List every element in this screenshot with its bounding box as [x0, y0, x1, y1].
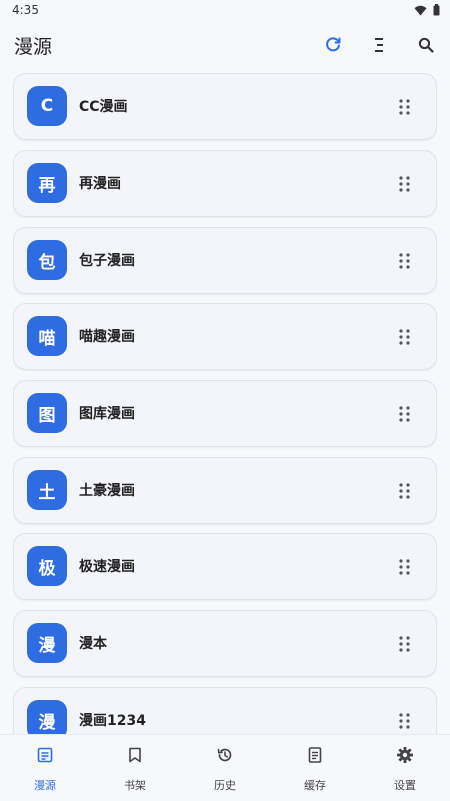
- source-avatar: 图: [27, 393, 67, 433]
- source-name: CC漫画: [79, 99, 128, 115]
- source-avatar: 漫: [27, 700, 67, 734]
- nav-label: 历史: [214, 779, 236, 792]
- source-card[interactable]: 包 包子漫画: [13, 227, 437, 294]
- source-avatar: 包: [27, 240, 67, 280]
- app-bar: 漫源: [0, 26, 450, 64]
- source-name: 漫本: [79, 636, 107, 652]
- cache-icon: [305, 745, 325, 765]
- wifi-icon: [414, 5, 427, 15]
- sources-icon: [35, 745, 55, 765]
- drag-handle-icon[interactable]: [398, 329, 412, 345]
- nav-item-settings[interactable]: 设置: [360, 735, 450, 801]
- nav-label: 设置: [394, 779, 416, 792]
- drag-handle-icon[interactable]: [398, 636, 412, 652]
- source-card[interactable]: 漫 漫画1234: [13, 687, 437, 734]
- source-card[interactable]: 再 再漫画: [13, 150, 437, 217]
- source-avatar: 再: [27, 163, 67, 203]
- source-card[interactable]: C CC漫画: [13, 73, 437, 140]
- source-card[interactable]: 漫 漫本: [13, 610, 437, 677]
- status-icons: [414, 4, 440, 16]
- source-avatar: 土: [27, 470, 67, 510]
- drag-handle-icon[interactable]: [398, 713, 412, 729]
- source-card[interactable]: 喵 喵趣漫画: [13, 303, 437, 370]
- drag-handle-icon[interactable]: [398, 406, 412, 422]
- bookmark-icon: [125, 745, 145, 765]
- drag-handle-icon[interactable]: [398, 176, 412, 192]
- nav-label: 漫源: [34, 779, 56, 792]
- nav-item-history[interactable]: 历史: [180, 735, 270, 801]
- history-icon: [215, 745, 235, 765]
- sort-icon: [375, 38, 383, 52]
- bottom-nav: 漫源 书架 历史 缓存 设置: [0, 734, 450, 801]
- source-name: 漫画1234: [79, 713, 146, 729]
- refresh-icon: [326, 37, 341, 52]
- nav-label: 缓存: [304, 779, 326, 792]
- search-icon: [418, 37, 434, 53]
- search-button[interactable]: [413, 32, 439, 58]
- nav-item-bookshelf[interactable]: 书架: [90, 735, 180, 801]
- source-name: 土豪漫画: [79, 483, 135, 499]
- settings-icon: [395, 745, 415, 765]
- source-card[interactable]: 土 土豪漫画: [13, 457, 437, 524]
- source-card[interactable]: 图 图库漫画: [13, 380, 437, 447]
- source-name: 包子漫画: [79, 253, 135, 269]
- nav-label: 书架: [124, 779, 146, 792]
- source-avatar: 极: [27, 546, 67, 586]
- source-avatar: C: [27, 86, 67, 126]
- source-avatar: 漫: [27, 623, 67, 663]
- drag-handle-icon[interactable]: [398, 559, 412, 575]
- drag-handle-icon[interactable]: [398, 99, 412, 115]
- refresh-button[interactable]: [320, 32, 346, 58]
- source-avatar: 喵: [27, 316, 67, 356]
- battery-icon: [433, 4, 440, 16]
- drag-handle-icon[interactable]: [398, 253, 412, 269]
- nav-item-sources[interactable]: 漫源: [0, 735, 90, 801]
- source-name: 图库漫画: [79, 406, 135, 422]
- drag-handle-icon[interactable]: [398, 483, 412, 499]
- source-card[interactable]: 极 极速漫画: [13, 533, 437, 600]
- source-name: 喵趣漫画: [79, 329, 135, 345]
- status-time: 4:35: [12, 3, 39, 17]
- source-list[interactable]: C CC漫画 再 再漫画 包 包子漫画 喵 喵趣漫画 图 图库漫画 土 土豪漫画…: [13, 73, 437, 734]
- page-title: 漫源: [14, 36, 53, 58]
- sort-button[interactable]: [366, 32, 392, 58]
- source-name: 极速漫画: [79, 559, 135, 575]
- status-bar: 4:35: [0, 0, 450, 22]
- source-name: 再漫画: [79, 176, 121, 192]
- nav-item-cache[interactable]: 缓存: [270, 735, 360, 801]
